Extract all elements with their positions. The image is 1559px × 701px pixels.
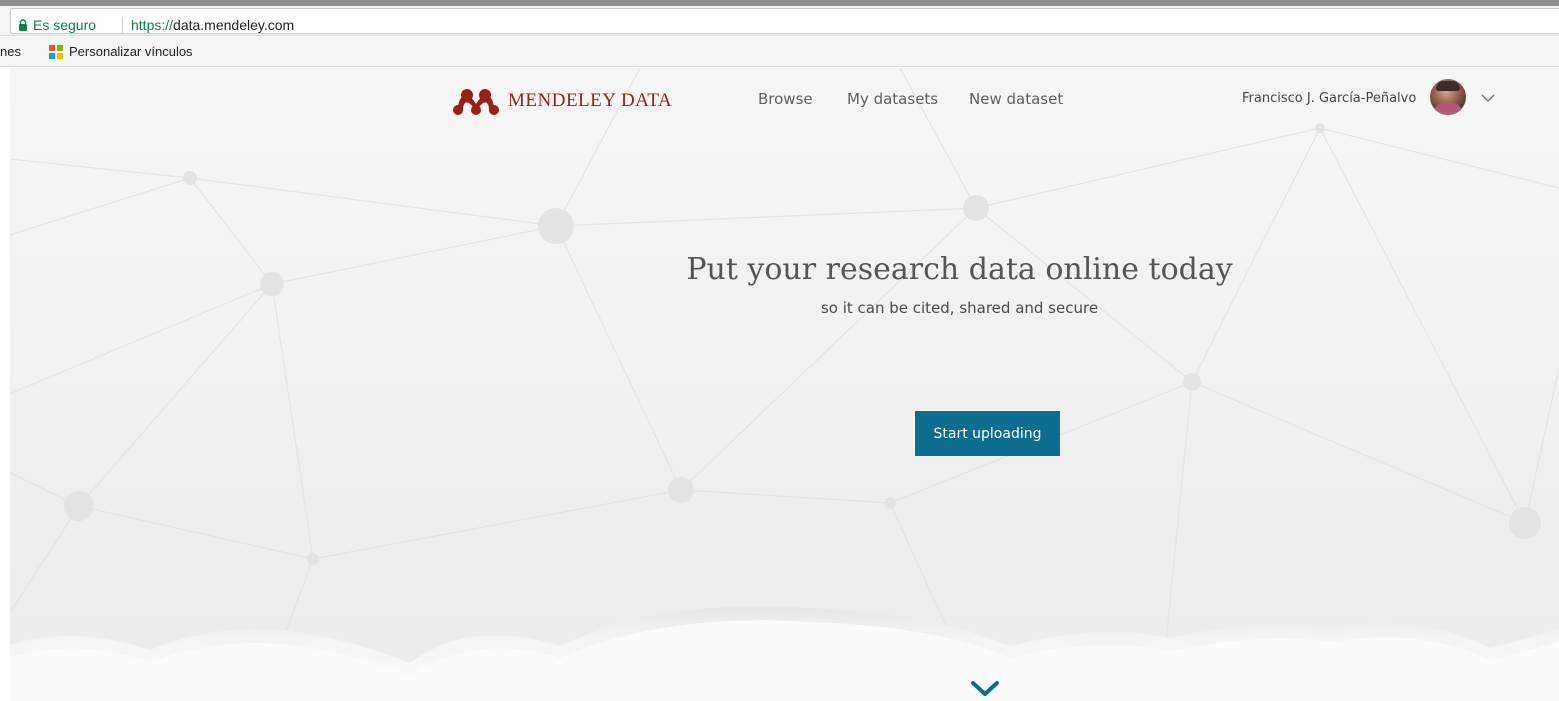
address-bar: Es seguro https://data.mendeley.com: [0, 6, 1559, 36]
mendeley-data-logo[interactable]: MENDELEY DATA: [450, 84, 672, 118]
url-text[interactable]: https://data.mendeley.com: [131, 14, 294, 36]
user-name[interactable]: Francisco J. García-Peñalvo: [1242, 88, 1416, 110]
bookmark-personalizar-vinculos[interactable]: Personalizar vínculos: [69, 43, 193, 61]
avatar[interactable]: [1430, 79, 1466, 115]
bookmarks-bar: nes Personalizar vínculos: [0, 37, 1559, 67]
chevron-down-icon[interactable]: [1480, 90, 1496, 106]
secure-label[interactable]: Es seguro: [33, 14, 96, 36]
url-scheme: https://: [131, 17, 174, 33]
lock-icon: [19, 19, 27, 31]
nav-new-dataset[interactable]: New dataset: [969, 88, 1063, 110]
start-uploading-button[interactable]: Start uploading: [915, 411, 1060, 456]
hero-title: Put your research data online today: [686, 252, 1233, 287]
url-host: data.mendeley.com: [173, 17, 295, 33]
mendeley-logo-icon: [453, 89, 499, 115]
avatar-hair: [1436, 81, 1460, 91]
hero-subtitle: so it can be cited, shared and secure: [820, 299, 1099, 317]
avatar-shirt: [1434, 103, 1462, 115]
mendeley-data-page: MENDELEY DATA Browse My datasets New dat…: [10, 68, 1559, 701]
cloud-decoration: [10, 606, 1559, 701]
nav-browse[interactable]: Browse: [758, 88, 813, 110]
nav-my-datasets[interactable]: My datasets: [847, 88, 938, 110]
site-header: MENDELEY DATA Browse My datasets New dat…: [10, 68, 1559, 132]
hero-subtitle-row: so it can be cited, shared and secure: [10, 296, 1559, 320]
logo-text: MENDELEY DATA: [508, 90, 673, 111]
scroll-down-chevron-icon[interactable]: [970, 679, 1000, 699]
address-separator: [122, 17, 123, 33]
microsoft-windows-icon: [49, 45, 63, 59]
hero-title-row: Put your research data online today: [10, 250, 1559, 290]
bookmark-apps[interactable]: nes: [0, 43, 21, 61]
